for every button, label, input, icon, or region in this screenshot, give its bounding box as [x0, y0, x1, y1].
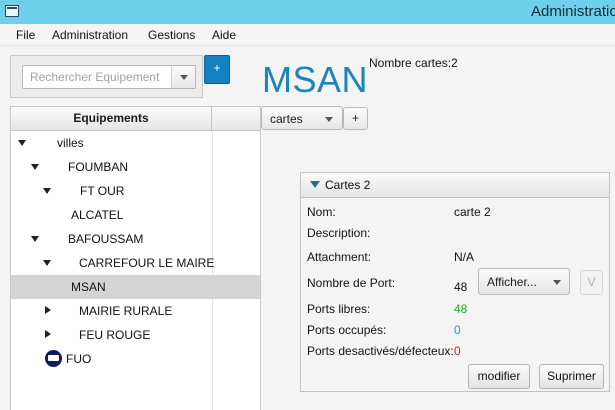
show-ports-value: Afficher... — [487, 275, 537, 289]
search-panel — [10, 55, 203, 98]
tree-item-villes[interactable]: villes — [11, 131, 260, 155]
disabled-ports-label: Ports desactivés/défecteux: — [307, 344, 454, 358]
tree-item-label: ALCATEL — [71, 208, 124, 222]
attachment-label: Attachment: — [307, 250, 372, 264]
description-label: Description: — [307, 226, 371, 240]
name-value: carte 2 — [454, 205, 491, 219]
name-label: Nom: — [307, 205, 336, 219]
tree-column-header[interactable]: Equipements — [11, 107, 212, 130]
expanded-arrow-icon[interactable] — [31, 236, 39, 242]
window-title: Administratio — [531, 3, 615, 20]
tree-item-label: CARREFOUR LE MAIRE — [79, 256, 215, 270]
chevron-down-icon — [180, 75, 188, 80]
expanded-arrow-icon[interactable] — [18, 140, 26, 146]
cards-combobox-value: cartes — [270, 112, 303, 126]
tree-item-msan[interactable]: MSAN — [11, 275, 260, 299]
add-card-button[interactable]: + — [343, 107, 368, 130]
menu-administration[interactable]: Administration — [52, 28, 128, 42]
used-ports-label: Ports occupés: — [307, 323, 387, 337]
tree-item-label: villes — [57, 136, 84, 150]
tree-item-carrefour-le-maire[interactable]: CARREFOUR LE MAIRE — [11, 251, 260, 275]
menu-aide[interactable]: Aide — [212, 28, 236, 42]
tree-header: Equipements — [11, 107, 260, 131]
menu-file[interactable]: File — [16, 28, 35, 42]
expanded-arrow-icon[interactable] — [43, 188, 51, 194]
port-count-label: Nombre de Port: — [307, 276, 396, 290]
cards-combobox[interactable]: cartes — [261, 106, 343, 130]
tree-item-label: FOUMBAN — [68, 160, 128, 174]
used-ports-value: 0 — [454, 323, 461, 337]
collapse-arrow-icon[interactable] — [310, 181, 320, 188]
tree-item-foumban[interactable]: FOUMBAN — [11, 155, 260, 179]
disabled-ports-value: 0 — [454, 344, 461, 358]
chevron-down-icon — [553, 280, 561, 285]
port-count-value: 48 — [454, 280, 468, 294]
tree-item-label: FEU ROUGE — [79, 328, 151, 342]
tree-item-label: BAFOUSSAM — [68, 232, 144, 246]
title-bar: Administratio — [0, 0, 615, 24]
search-input[interactable] — [23, 66, 173, 88]
menu-bar: File Administration Gestions Aide — [0, 24, 615, 46]
collapsed-arrow-icon[interactable] — [45, 330, 51, 338]
delete-button[interactable]: Suprimer — [539, 364, 604, 389]
expanded-arrow-icon[interactable] — [43, 260, 51, 266]
search-dropdown-button[interactable] — [171, 66, 195, 88]
app-window-icon — [5, 5, 19, 17]
tree-item-label: FT OUR — [80, 184, 125, 198]
add-equipment-button[interactable]: + — [204, 55, 230, 84]
attachment-value: N/A — [454, 250, 475, 264]
tree-item-fuo[interactable]: FUO — [11, 347, 260, 371]
equipment-tree: Equipements villes FOUMBAN FT OUR ALCATE… — [10, 106, 261, 410]
search-combobox[interactable] — [22, 65, 196, 89]
tree-item-alcatel[interactable]: ALCATEL — [11, 203, 260, 227]
tree-item-bafoussam[interactable]: BAFOUSSAM — [11, 227, 260, 251]
menu-gestions[interactable]: Gestions — [148, 28, 195, 42]
expanded-arrow-icon[interactable] — [31, 164, 39, 170]
card-pane-header[interactable]: Cartes 2 — [301, 173, 609, 198]
card-pane-title: Cartes 2 — [325, 178, 371, 192]
validate-button[interactable]: V — [580, 270, 603, 295]
free-ports-label: Ports libres: — [307, 302, 371, 316]
show-ports-combobox[interactable]: Afficher... — [478, 268, 570, 295]
tree-item-ft-our[interactable]: FT OUR — [11, 179, 260, 203]
chevron-down-icon — [325, 117, 333, 122]
collapsed-arrow-icon[interactable] — [45, 306, 51, 314]
free-ports-value: 48 — [454, 302, 468, 316]
tree-item-label: FUO — [66, 352, 92, 366]
equipment-title: MSAN — [262, 59, 369, 100]
tree-item-label: MAIRIE RURALE — [79, 304, 173, 318]
modify-button[interactable]: modifier — [468, 364, 530, 389]
card-count-label: Nombre cartes:2 — [369, 56, 458, 70]
tree-item-feu-rouge[interactable]: FEU ROUGE — [11, 323, 260, 347]
building-icon — [45, 350, 62, 367]
tree-item-label: MSAN — [71, 280, 106, 294]
tree-item-mairie-rurale[interactable]: MAIRIE RURALE — [11, 299, 260, 323]
